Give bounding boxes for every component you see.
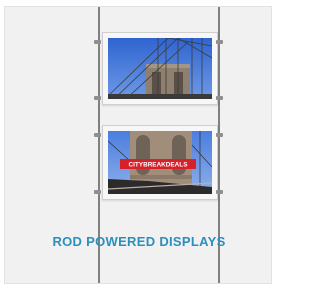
display-panel-bottom: CITYBREAKDEALS: [102, 125, 218, 200]
display-panel-top: [102, 32, 218, 105]
rod-clamp: [216, 96, 223, 100]
rod-clamp: [216, 40, 223, 44]
rod-clamp: [94, 96, 101, 100]
rod-clamp: [94, 190, 101, 194]
rod-clamp: [94, 40, 101, 44]
rod-clamp: [94, 133, 101, 137]
bridge-photo-bottom: CITYBREAKDEALS: [108, 131, 212, 194]
bridge-photo-top: [108, 38, 212, 99]
rod-clamp: [216, 133, 223, 137]
product-caption[interactable]: ROD POWERED DISPLAYS: [5, 234, 271, 249]
product-image-frame: CITYBREAKDEALS ROD POWERED DISPLAYS: [4, 6, 272, 284]
overlay-text: CITYBREAKDEALS: [129, 162, 189, 169]
rod-clamp: [216, 190, 223, 194]
